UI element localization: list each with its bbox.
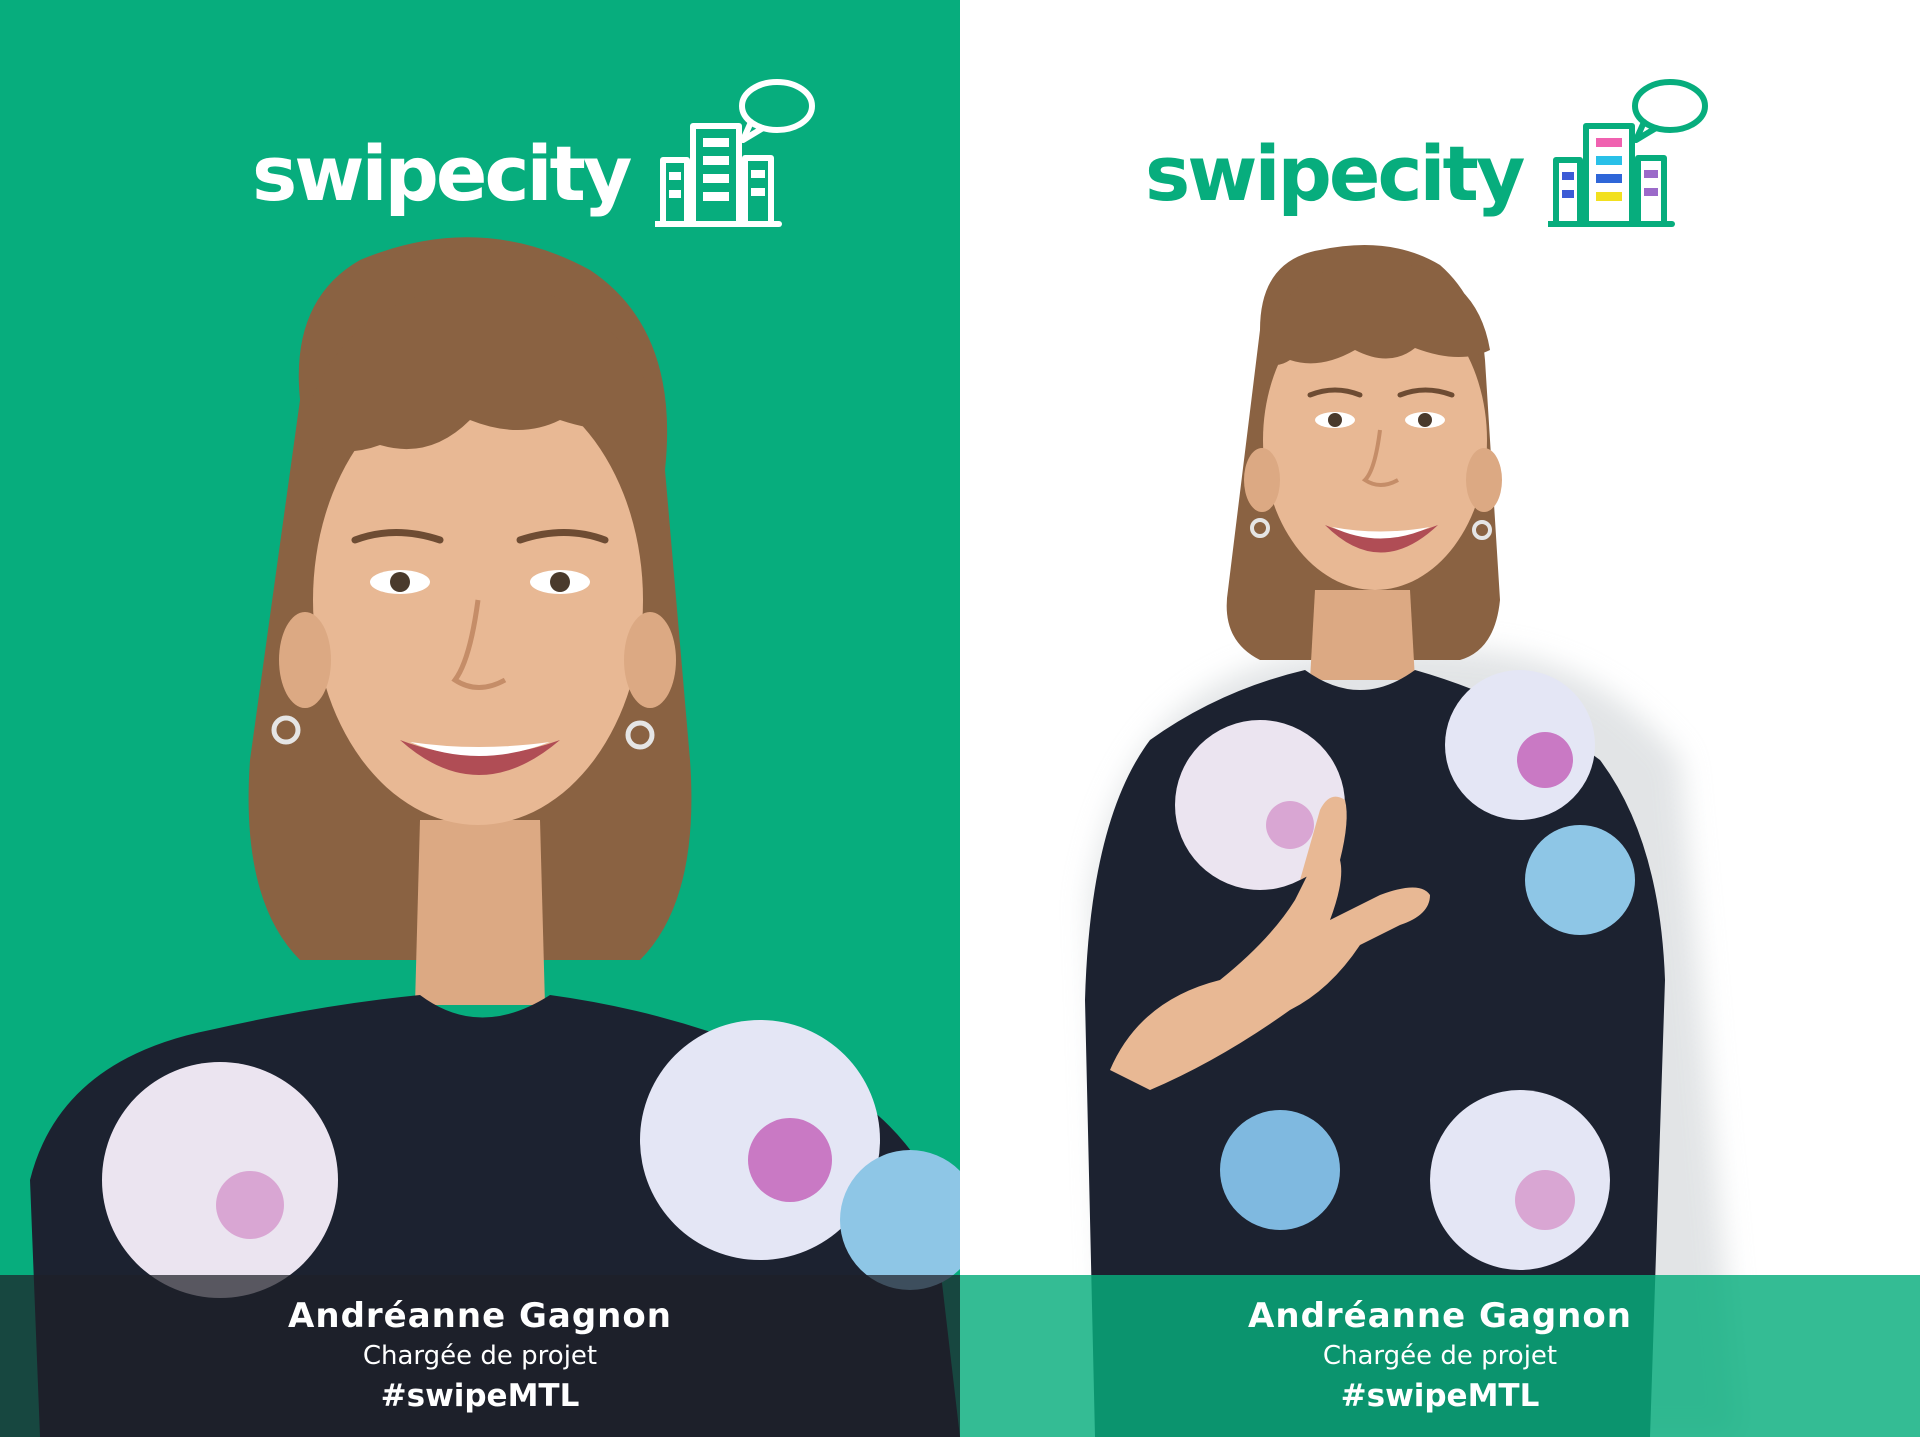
- right-person-name: Andréanne Gagnon: [1248, 1295, 1632, 1336]
- right-hashtag: #swipeMTL: [1340, 1377, 1540, 1414]
- left-person-name: Andréanne Gagnon: [288, 1295, 672, 1336]
- right-shirt-flower-4: [1430, 1090, 1610, 1270]
- right-shirt-flower-5: [1220, 1110, 1340, 1230]
- left-person-role: Chargée de projet: [362, 1340, 598, 1371]
- left-shirt-flower-1: [102, 1062, 338, 1298]
- left-name-caption: Andréanne Gagnon Chargée de projet #swip…: [0, 1275, 960, 1437]
- right-profile-card: swipecity Andréanne Gagnon Chargée de pr…: [960, 0, 1920, 1437]
- left-hashtag: #swipeMTL: [380, 1377, 580, 1414]
- right-person-role: Chargée de projet: [1322, 1340, 1558, 1371]
- left-profile-card: swipecity Andréanne Gagnon Chargée de pr…: [0, 0, 960, 1437]
- left-portrait-photo: [30, 237, 960, 1437]
- right-portrait-photo: [1085, 245, 1740, 1437]
- right-shirt-flower-3: [1525, 825, 1635, 935]
- image-root: swipecity Andréanne Gagnon Chargée de pr…: [0, 0, 1920, 1437]
- right-shirt-flower-2: [1445, 670, 1595, 820]
- right-name-caption: Andréanne Gagnon Chargée de projet #swip…: [960, 1275, 1920, 1437]
